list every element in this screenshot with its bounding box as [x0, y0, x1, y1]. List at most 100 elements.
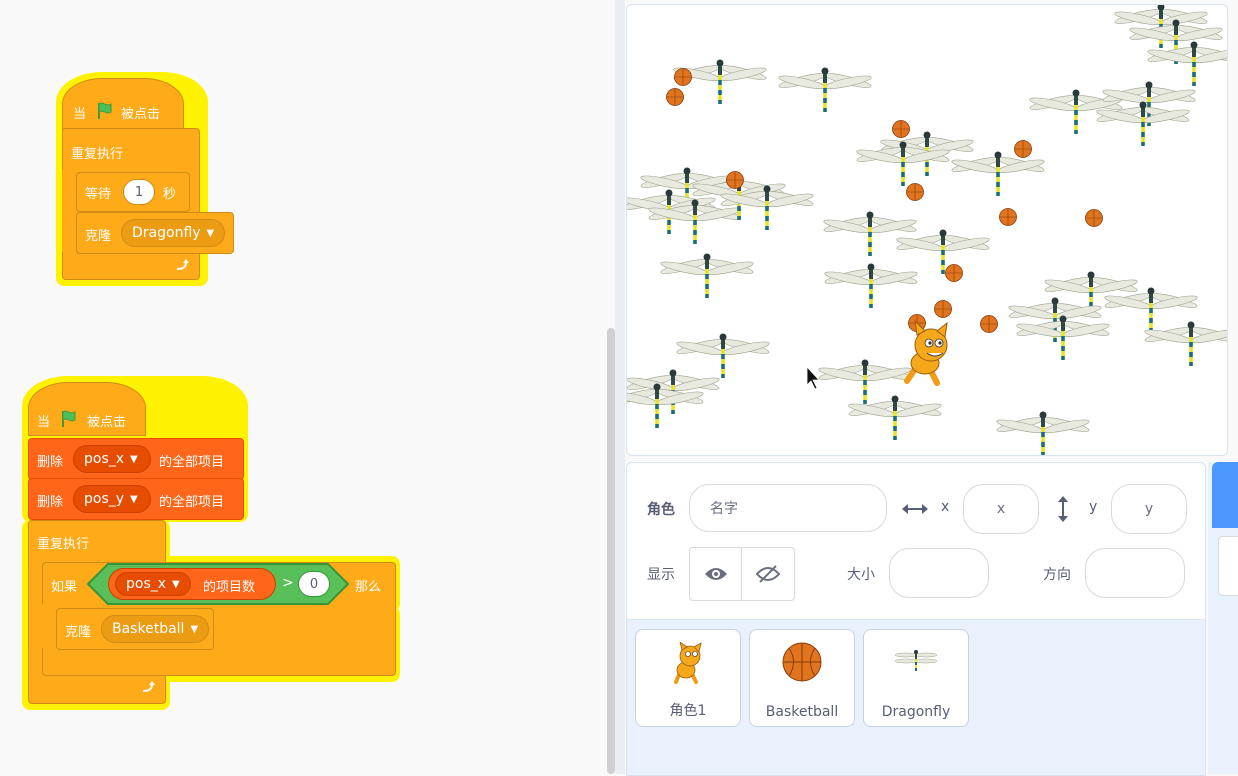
basketball-clone [945, 264, 963, 282]
clone-label: 克隆 [85, 229, 112, 244]
sprite-tile-basketball[interactable]: Basketball [749, 629, 855, 727]
when-label: 当 [37, 415, 51, 430]
stage[interactable] [626, 4, 1228, 456]
wait-block[interactable]: 等待 1 秒 [76, 172, 190, 212]
compare-value-input[interactable]: 0 [298, 571, 330, 597]
all-items-label: 的全部项目 [159, 495, 225, 510]
create-clone-block-1[interactable]: 克隆 Dragonfly ▼ [76, 212, 234, 254]
chevron-down-icon: ▼ [190, 623, 199, 635]
show-label: 显示 [647, 567, 675, 583]
list-dropdown-pos-x[interactable]: pos_x ▼ [73, 445, 151, 473]
create-clone-block-2[interactable]: 克隆 Basketball ▼ [56, 608, 214, 650]
workspace-scrollbar[interactable] [607, 328, 615, 774]
clicked-label: 被点击 [87, 415, 127, 430]
list-dropdown-pos-x-length[interactable]: pos_x ▼ [115, 572, 191, 596]
chevron-down-icon: ▼ [206, 227, 215, 239]
backdrop-thumbnail[interactable] [1218, 536, 1238, 596]
sprite-panel: 角色 名字 x x y y 显示 大小 方向 角色1 Basketball Dr… [626, 462, 1206, 776]
dragonfly-clone [950, 151, 1046, 197]
green-flag-icon [98, 102, 112, 119]
length-of-label: 的项目数 [203, 580, 256, 595]
dragonfly-clone [675, 333, 771, 379]
clone-label: 克隆 [65, 625, 92, 640]
forever-label: 重复执行 [37, 537, 90, 552]
size-input[interactable] [889, 548, 989, 598]
loop-arrow-icon [176, 259, 189, 270]
horizontal-arrows-icon [902, 504, 928, 514]
list-dropdown-pos-y[interactable]: pos_y ▼ [73, 485, 151, 513]
eye-icon [704, 568, 727, 580]
stage-target-header[interactable] [1212, 462, 1238, 528]
dragonfly-clone [777, 67, 873, 113]
dragonfly-clones [627, 5, 1227, 455]
y-label: y [1089, 499, 1098, 515]
y-input[interactable]: y [1111, 484, 1187, 534]
sprite-tile-dragonfly[interactable]: Dragonfly [863, 629, 969, 727]
basketball-clone [1014, 140, 1032, 158]
wait-label: 等待 [85, 187, 112, 202]
green-flag-icon [62, 410, 76, 427]
dragonfly-clone [895, 229, 991, 275]
show-toggle [689, 547, 795, 601]
delete-label: 删除 [37, 495, 64, 510]
sprite-name: 角色1 [669, 703, 707, 719]
clicked-label: 被点击 [121, 107, 161, 122]
chevron-down-icon: ▼ [130, 493, 138, 505]
forever-label: 重复执行 [71, 147, 124, 162]
dragonfly-sprite-icon [894, 650, 938, 671]
sprite-name-input[interactable]: 名字 [689, 484, 887, 532]
basketball-clone [906, 183, 924, 201]
delete-label: 删除 [37, 455, 64, 470]
wait-seconds-input[interactable]: 1 [123, 179, 155, 205]
when-flag-clicked-block-2[interactable]: 当 被点击 [28, 382, 146, 436]
basketball-clone [934, 300, 952, 318]
loop-arrow-icon [142, 681, 155, 692]
delete-all-pos-y-block[interactable]: 删除 pos_y ▼ 的全部项目 [28, 478, 244, 520]
basketball-clone [666, 88, 684, 106]
basketball-clone [1085, 209, 1103, 227]
basketball-clone [999, 208, 1017, 226]
dragonfly-clone [823, 263, 919, 309]
sprite-label: 角色 [647, 502, 675, 518]
vertical-arrows-icon [1058, 496, 1068, 522]
delete-all-pos-x-block[interactable]: 删除 pos_x ▼ 的全部项目 [28, 438, 244, 480]
stage-canvas[interactable] [627, 5, 1227, 455]
size-label: 大小 [847, 567, 875, 583]
dragonfly-clone [995, 411, 1091, 455]
sprite-name: Dragonfly [881, 704, 951, 720]
direction-input[interactable] [1085, 548, 1185, 598]
dragonfly-clone [847, 395, 943, 441]
hide-sprite-button[interactable] [742, 548, 794, 600]
direction-label: 方向 [1043, 567, 1071, 583]
eye-hidden-icon [756, 565, 780, 583]
basketball-clone [674, 68, 692, 86]
code-workspace[interactable]: 当 被点击 重复执行 等待 1 秒 克隆 Dragonfly ▼ 当 被点击 删… [0, 0, 615, 774]
dragonfly-clone [627, 383, 705, 429]
clone-target-dropdown[interactable]: Basketball ▼ [101, 615, 209, 643]
show-sprite-button[interactable] [690, 548, 742, 600]
dragonfly-clone [659, 253, 755, 299]
basketball-clone [726, 171, 744, 189]
clone-target-dropdown[interactable]: Dragonfly ▼ [121, 219, 225, 247]
basketball-clone [980, 315, 998, 333]
if-label: 如果 [51, 580, 78, 595]
basketball-clone [892, 120, 910, 138]
pane-divider [615, 0, 625, 774]
greater-than-label: > [282, 575, 294, 591]
dragonfly-clone [1015, 315, 1111, 361]
sprite-tile-cat[interactable]: 角色1 [635, 629, 741, 727]
x-label: x [941, 499, 950, 515]
chevron-down-icon: ▼ [130, 453, 138, 465]
when-label: 当 [73, 107, 87, 122]
cat-sprite-icon [674, 642, 702, 684]
chevron-down-icon: ▼ [172, 578, 180, 590]
sprite-name: Basketball [765, 704, 839, 720]
mouse-cursor-icon [806, 365, 820, 390]
dragonfly-clone [1146, 41, 1227, 87]
x-input[interactable]: x [963, 484, 1039, 534]
seconds-label: 秒 [163, 187, 177, 202]
list-length-reporter[interactable]: pos_x ▼ 的项目数 [108, 568, 276, 600]
when-flag-clicked-block-1[interactable]: 当 被点击 [62, 78, 184, 130]
dragonfly-clone [1143, 321, 1227, 367]
all-items-label: 的全部项目 [159, 455, 225, 470]
